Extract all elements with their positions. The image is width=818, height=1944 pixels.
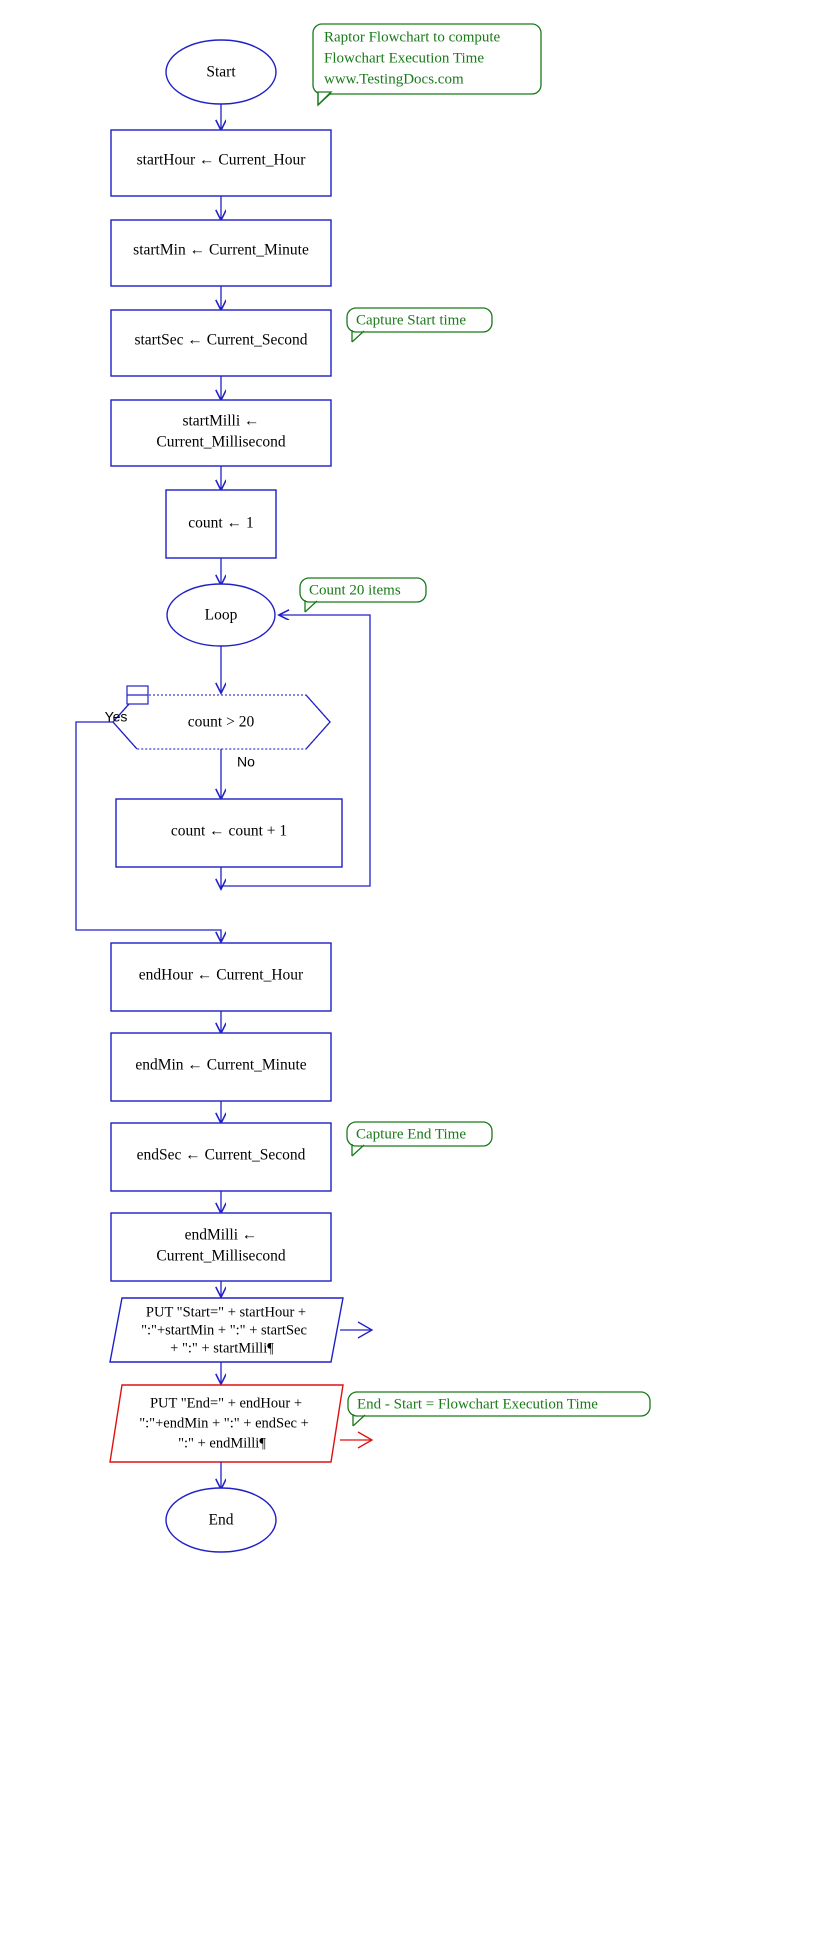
node-put-end-line1: PUT "End=" + endHour + xyxy=(150,1395,302,1411)
comment-count-items-text: Count 20 items xyxy=(309,582,401,598)
node-end[interactable]: End xyxy=(165,1487,277,1553)
comment-capture-end-text: Capture End Time xyxy=(356,1126,466,1142)
node-end-milli-label-line1: endMilli ← xyxy=(185,1227,258,1244)
node-put-end-line2: ":"+endMin + ":" + endSec + xyxy=(139,1415,309,1431)
node-end-sec-label: endSec ← Current_Second xyxy=(137,1147,306,1164)
comment-title[interactable]: Raptor Flowchart to compute Flowchart Ex… xyxy=(312,23,542,107)
node-start-milli-label-line1: startMilli ← xyxy=(182,413,259,430)
node-put-end[interactable]: PUT "End=" + endHour + ":"+endMin + ":" … xyxy=(109,1384,344,1463)
flowchart-svg: Start startHour ← Current_Hour startMin … xyxy=(75,23,651,1553)
node-start-milli-label-line2: Current_Millisecond xyxy=(156,434,285,451)
node-end-hour-label: endHour ← Current_Hour xyxy=(139,967,304,984)
node-end-min-label: endMin ← Current_Minute xyxy=(135,1057,306,1074)
node-put-end-line3: ":" + endMilli¶ xyxy=(178,1435,266,1451)
node-end-hour[interactable]: endHour ← Current_Hour xyxy=(110,942,332,1012)
node-end-milli[interactable]: endMilli ← Current_Millisecond xyxy=(110,1212,332,1282)
node-start-hour-label: startHour ← Current_Hour xyxy=(137,152,307,169)
node-count-increment-label: count ← count + 1 xyxy=(171,823,287,840)
node-put-start-line3: + ":" + startMilli¶ xyxy=(170,1340,274,1356)
node-count-increment[interactable]: count ← count + 1 xyxy=(115,798,343,868)
node-put-start-line1: PUT "Start=" + startHour + xyxy=(146,1304,306,1320)
comment-capture-start[interactable]: Capture Start time xyxy=(346,307,493,343)
decision-handle-icon xyxy=(126,685,149,705)
comment-exec-time-text: End - Start = Flowchart Execution Time xyxy=(357,1396,598,1412)
node-put-start[interactable]: PUT "Start=" + startHour + ":"+startMin … xyxy=(109,1297,344,1363)
node-loop-label: Loop xyxy=(205,607,238,624)
comment-title-line2: Flowchart Execution Time xyxy=(324,50,484,66)
node-start-min[interactable]: startMin ← Current_Minute xyxy=(110,219,332,287)
comment-count-items[interactable]: Count 20 items xyxy=(299,577,427,613)
decision-no-label: No xyxy=(237,754,255,770)
comment-capture-end[interactable]: Capture End Time xyxy=(346,1121,493,1157)
node-end-label: End xyxy=(209,1512,234,1529)
node-end-min[interactable]: endMin ← Current_Minute xyxy=(110,1032,332,1102)
comment-exec-time[interactable]: End - Start = Flowchart Execution Time xyxy=(347,1391,651,1427)
node-end-milli-label-line2: Current_Millisecond xyxy=(156,1248,285,1265)
comment-capture-start-text: Capture Start time xyxy=(356,312,466,328)
comment-title-line3: www.TestingDocs.com xyxy=(324,71,464,87)
node-start-hour[interactable]: startHour ← Current_Hour xyxy=(110,129,332,197)
node-count-init-label: count ← 1 xyxy=(188,515,253,532)
node-put-start-line2: ":"+startMin + ":" + startSec xyxy=(141,1322,307,1338)
node-count-init[interactable]: count ← 1 xyxy=(165,489,277,559)
node-start-milli[interactable]: startMilli ← Current_Millisecond xyxy=(110,399,332,467)
node-end-sec[interactable]: endSec ← Current_Second xyxy=(110,1122,332,1192)
node-start-min-label: startMin ← Current_Minute xyxy=(133,242,309,259)
node-start-sec[interactable]: startSec ← Current_Second xyxy=(110,309,332,377)
node-loop[interactable]: Loop xyxy=(166,583,276,647)
node-start[interactable]: Start xyxy=(165,39,277,105)
node-start-label: Start xyxy=(206,64,236,81)
flowchart-canvas: Start startHour ← Current_Hour startMin … xyxy=(0,0,818,1944)
comment-title-line1: Raptor Flowchart to compute xyxy=(324,29,501,45)
node-start-sec-label: startSec ← Current_Second xyxy=(134,332,307,349)
node-decision-label: count > 20 xyxy=(188,714,255,731)
